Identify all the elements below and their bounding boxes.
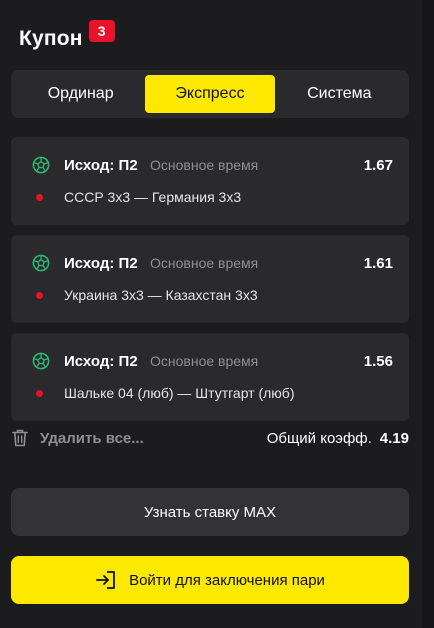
max-stake-button[interactable]: Узнать ставку MAX	[11, 488, 409, 536]
coupon-panel: Купон 3 Ординар Экспресс Система Исход: …	[0, 0, 422, 628]
coupon-count-badge: 3	[88, 20, 115, 42]
live-indicator	[36, 292, 43, 299]
delete-all-label: Удалить все...	[40, 429, 144, 447]
bet-item[interactable]: Исход: П2 Основное время 1.61 Украина 3х…	[11, 235, 409, 323]
login-button[interactable]: Войти для заключения пари	[11, 556, 409, 604]
football-icon	[32, 254, 50, 272]
bet-match: Украина 3х3 — Казахстан 3х3	[64, 287, 258, 303]
total-odds-label: Общий коэфф.	[266, 430, 372, 447]
bet-period: Основное время	[150, 157, 259, 173]
bet-period: Основное время	[150, 255, 259, 271]
total-odds: Общий коэфф. 4.19	[267, 430, 409, 447]
bet-outcome: Исход: П2	[64, 353, 138, 370]
trash-icon	[12, 429, 28, 447]
tab-single[interactable]: Ординар	[16, 75, 145, 113]
scrollbar[interactable]	[422, 0, 434, 628]
live-indicator	[36, 194, 43, 201]
bet-item[interactable]: Исход: П2 Основное время 1.56 Шальке 04 …	[11, 333, 409, 421]
bet-type-tabs: Ординар Экспресс Система	[11, 70, 409, 118]
bet-outcome: Исход: П2	[64, 255, 138, 272]
football-icon	[32, 156, 50, 174]
coupon-header: Купон 3	[19, 18, 115, 60]
tab-system[interactable]: Система	[275, 75, 404, 113]
bet-odds: 1.67	[363, 157, 393, 174]
bet-item[interactable]: Исход: П2 Основное время 1.67 СССР 3х3 —…	[11, 137, 409, 225]
tab-express[interactable]: Экспресс	[145, 75, 275, 113]
total-odds-value: 4.19	[379, 430, 409, 447]
bet-outcome: Исход: П2	[64, 157, 138, 174]
bet-odds: 1.61	[363, 255, 393, 272]
coupon-title: Купон	[19, 27, 83, 50]
bet-odds: 1.56	[363, 353, 393, 370]
football-icon	[32, 352, 50, 370]
login-icon	[96, 571, 115, 589]
delete-all-button[interactable]: Удалить все...	[11, 428, 144, 448]
login-button-label: Войти для заключения пари	[129, 571, 325, 589]
coupon-summary: Удалить все... Общий коэфф. 4.19	[11, 428, 409, 452]
bet-match: СССР 3х3 — Германия 3х3	[64, 189, 242, 205]
live-indicator	[36, 390, 43, 397]
bet-period: Основное время	[150, 353, 259, 369]
bet-match: Шальке 04 (люб) — Штутгарт (люб)	[64, 385, 295, 401]
